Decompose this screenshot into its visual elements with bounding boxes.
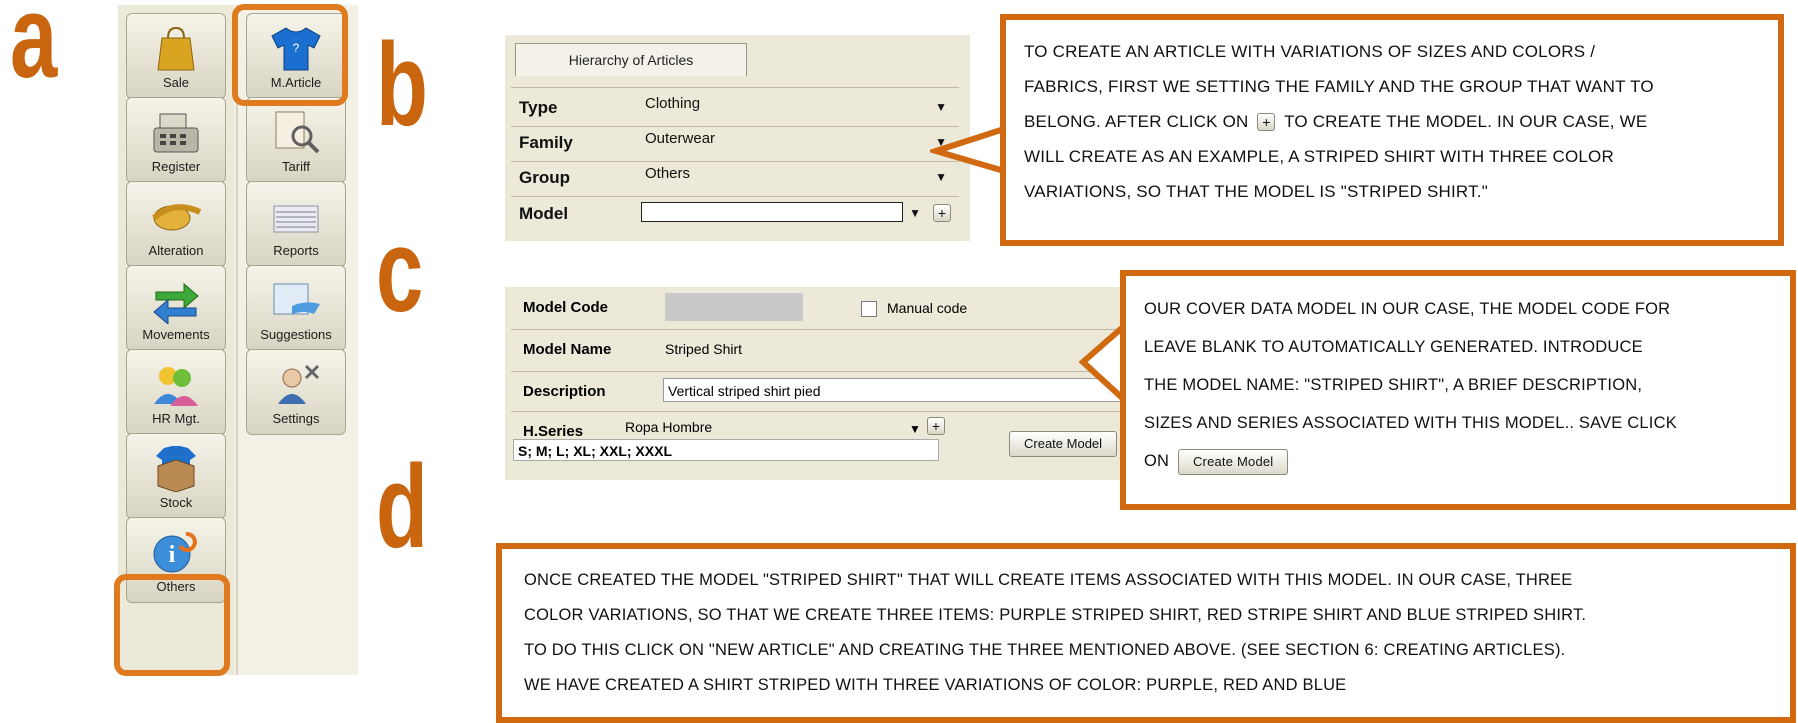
suggestions-icon: [273, 283, 320, 315]
settings-user-icon: [278, 364, 320, 404]
step-letter-d: d: [376, 441, 428, 573]
suggestions-label: Suggestions: [260, 327, 332, 342]
step-letter-a: a: [10, 0, 58, 103]
alteration-label: Alteration: [148, 243, 204, 258]
model-row: Model ▼ +: [511, 198, 959, 232]
movements-label: Movements: [142, 327, 210, 342]
callout-pointer-b: [930, 126, 1005, 174]
callout-b: TO CREATE AN ARTICLE WITH VARIATIONS OF …: [1000, 14, 1784, 246]
hierarchy-panel: Hierarchy of Articles Type Clothing ▼ Fa…: [505, 35, 970, 241]
callout-c-text: OUR COVER DATA MODEL IN OUR CASE, THE MO…: [1144, 290, 1784, 480]
type-label: Type: [519, 98, 558, 117]
step-letter-b: b: [376, 19, 428, 151]
manual-code-label: Manual code: [887, 300, 968, 316]
step-letter-c: c: [376, 205, 424, 337]
tariff-magnifier-icon: [275, 111, 320, 154]
exchange-arrows-icon: [153, 282, 199, 324]
sizes-list: S; M; L; XL; XXL; XXXL: [513, 439, 939, 461]
description-label: Description: [523, 383, 606, 400]
description-field[interactable]: Vertical striped shirt pied: [663, 378, 1143, 402]
model-name-field[interactable]: Striped Shirt: [665, 341, 742, 357]
add-series-button[interactable]: +: [927, 417, 945, 435]
suggestions-button[interactable]: Suggestions: [246, 265, 346, 351]
register-button[interactable]: Register: [126, 97, 226, 183]
stock-label: Stock: [159, 495, 193, 510]
shopping-bag-icon: [157, 26, 195, 71]
stock-box-icon: [156, 446, 196, 492]
hr-mgt-label: HR Mgt.: [152, 411, 200, 426]
family-row: Family Outerwear ▼: [511, 127, 959, 161]
callout-b-text: TO CREATE AN ARTICLE WITH VARIATIONS OF …: [1024, 42, 1654, 201]
h-series-label: H.Series: [523, 423, 584, 440]
model-code-field[interactable]: [665, 293, 803, 321]
plus-button-inline: +: [1257, 113, 1276, 131]
group-select[interactable]: Others: [645, 165, 690, 182]
chevron-down-icon[interactable]: ▼: [909, 206, 921, 220]
reports-button[interactable]: Reports: [246, 181, 346, 267]
svg-text:i: i: [169, 542, 176, 568]
tariff-label: Tariff: [282, 159, 310, 174]
people-icon: [154, 367, 198, 406]
create-model-button[interactable]: Create Model: [1009, 431, 1118, 457]
reports-icon: [273, 205, 319, 233]
group-row: Group Others ▼: [511, 162, 959, 196]
model-select[interactable]: [641, 202, 903, 222]
chevron-down-icon[interactable]: ▼: [935, 100, 947, 114]
family-label: Family: [519, 133, 573, 152]
tab-hierarchy-of-articles[interactable]: Hierarchy of Articles: [515, 43, 747, 76]
h-series-select[interactable]: Ropa Hombre: [625, 419, 712, 435]
chevron-down-icon[interactable]: ▼: [909, 422, 921, 436]
stock-button[interactable]: Stock: [126, 433, 226, 519]
create-model-button-inline: Create Model: [1177, 448, 1289, 475]
callout-d: ONCE CREATED THE MODEL "STRIPED SHIRT" T…: [496, 543, 1796, 723]
highlight-m-article: [232, 4, 348, 106]
add-model-button[interactable]: +: [933, 204, 951, 222]
model-code-label: Model Code: [523, 299, 608, 316]
model-form-panel: Model Code Manual code Model Name Stripe…: [505, 287, 1155, 480]
manual-code-checkbox[interactable]: [861, 301, 877, 317]
tape-measure-icon: [151, 204, 202, 231]
hr-mgt-button[interactable]: HR Mgt.: [126, 349, 226, 435]
movements-button[interactable]: Movements: [126, 265, 226, 351]
callout-d-text: ONCE CREATED THE MODEL "STRIPED SHIRT" T…: [524, 571, 1587, 694]
type-select[interactable]: Clothing: [645, 95, 700, 112]
sale-button[interactable]: Sale: [126, 13, 226, 99]
tariff-button[interactable]: Tariff: [246, 97, 346, 183]
sale-label: Sale: [162, 75, 190, 90]
alteration-button[interactable]: Alteration: [126, 181, 226, 267]
settings-label: Settings: [272, 411, 320, 426]
model-name-label: Model Name: [523, 341, 612, 358]
type-row: Type Clothing ▼: [511, 92, 959, 126]
group-label: Group: [519, 168, 570, 187]
info-icon: i: [153, 531, 197, 573]
family-select[interactable]: Outerwear: [645, 130, 715, 147]
register-label: Register: [151, 159, 201, 174]
settings-button[interactable]: Settings: [246, 349, 346, 435]
cash-register-icon: [153, 113, 199, 153]
model-label: Model: [519, 204, 569, 223]
reports-label: Reports: [273, 243, 319, 258]
highlight-others: [114, 574, 230, 676]
callout-c: OUR COVER DATA MODEL IN OUR CASE, THE MO…: [1120, 270, 1796, 510]
